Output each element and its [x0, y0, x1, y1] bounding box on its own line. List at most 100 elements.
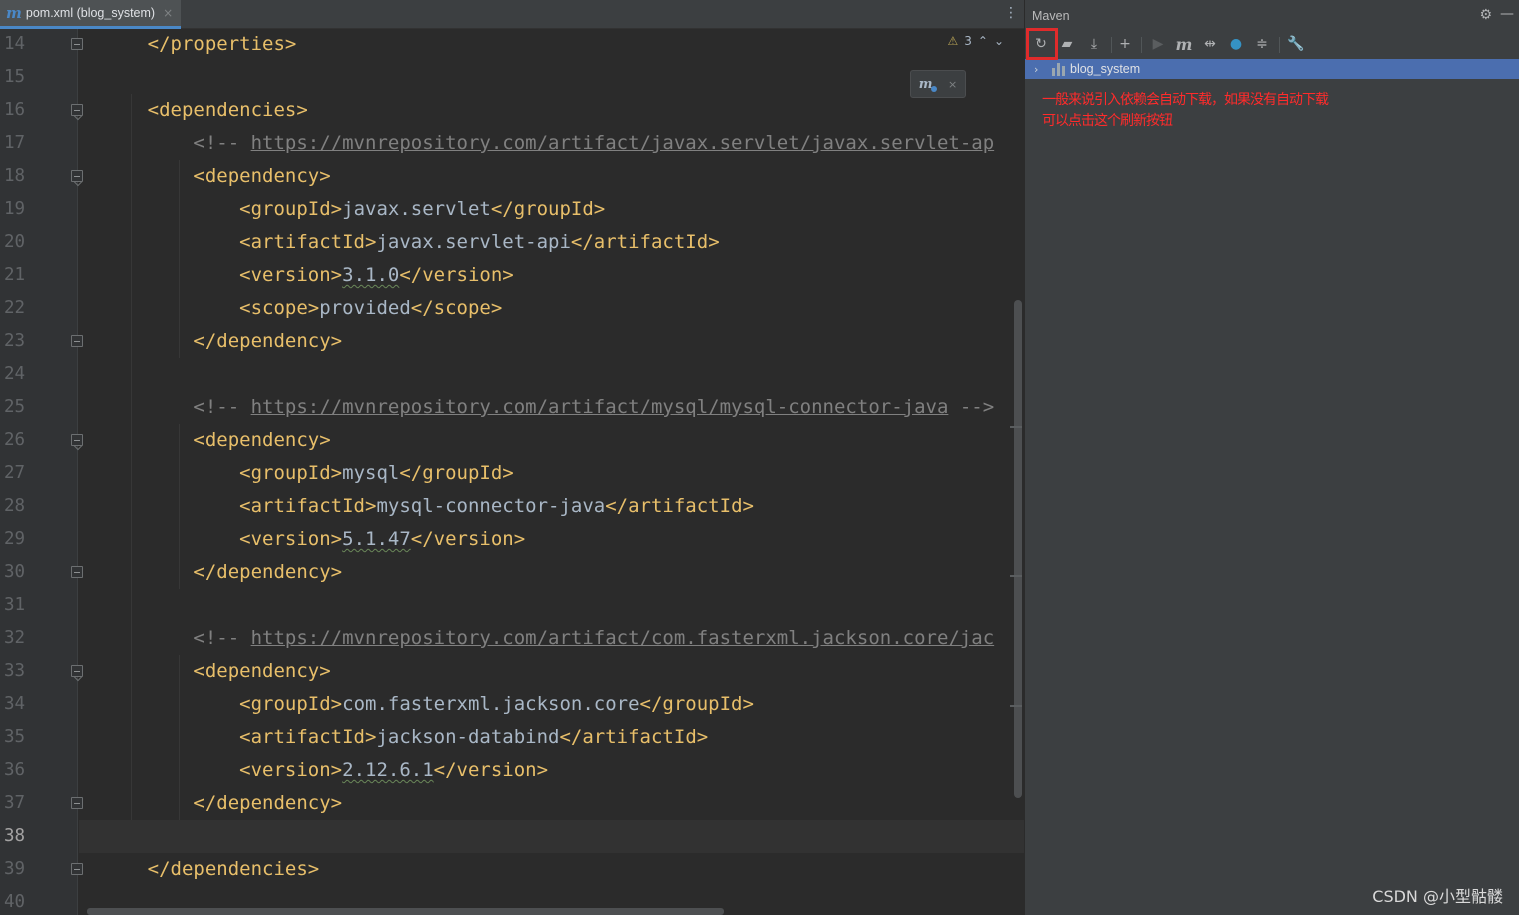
xml-tag: <dependency>: [193, 429, 331, 451]
code-line[interactable]: [79, 589, 1024, 622]
tab-close-icon[interactable]: ×: [163, 6, 173, 20]
code-area[interactable]: </properties> <dependencies> <!-- https:…: [79, 29, 1024, 915]
scroll-marker: [1010, 426, 1022, 428]
maven-file-icon: m: [6, 4, 22, 22]
xml-tag: <scope>: [239, 297, 320, 319]
load-maven-changes-icon[interactable]: m: [919, 77, 937, 92]
code-line[interactable]: <dependency>: [79, 424, 1024, 457]
vertical-scrollbar[interactable]: [1014, 300, 1022, 798]
xml-tag: </version>: [433, 759, 549, 781]
xml-tag: </groupId>: [639, 693, 754, 715]
line-number: 18: [4, 166, 26, 186]
popup-close-icon[interactable]: ×: [948, 78, 957, 91]
comment-link[interactable]: https://mvnrepository.com/artifact/mysql…: [251, 396, 949, 418]
comment-text: <!--: [193, 396, 251, 418]
code-line[interactable]: <groupId>com.fasterxml.jackson.core</gro…: [79, 688, 1024, 721]
code-line[interactable]: <groupId>javax.servlet</groupId>: [79, 193, 1024, 226]
execute-maven-goal-icon[interactable]: m: [1173, 34, 1195, 54]
code-line[interactable]: <artifactId>jackson-databind</artifactId…: [79, 721, 1024, 754]
code-line[interactable]: </dependencies>: [79, 853, 1024, 886]
code-line[interactable]: <dependencies>: [79, 94, 1024, 127]
code-line[interactable]: <!-- https://mvnrepository.com/artifact/…: [79, 622, 1024, 655]
code-text: javax.servlet: [342, 198, 491, 220]
maven-project-icon: [1052, 62, 1066, 76]
xml-tag: <artifactId>: [239, 231, 377, 253]
code-line[interactable]: <scope>provided</scope>: [79, 292, 1024, 325]
xml-tag: </properties>: [147, 33, 297, 55]
line-number: 16: [4, 100, 26, 120]
skip-tests-icon[interactable]: ●: [1225, 34, 1247, 54]
line-number: 31: [4, 595, 26, 615]
line-number: 39: [4, 859, 26, 879]
code-line[interactable]: <dependency>: [79, 160, 1024, 193]
code-line[interactable]: <artifactId>mysql-connector-java</artifa…: [79, 490, 1024, 523]
code-line[interactable]: [79, 820, 1024, 853]
xml-tag: <dependency>: [193, 660, 331, 682]
xml-tag: </dependency>: [193, 792, 343, 814]
maven-toolbar: ↻ ▰ ⤓ + ▶ m ⇹ ● ≑ 🔧: [1025, 30, 1519, 58]
more-tabs-icon[interactable]: ⋮: [1004, 6, 1018, 20]
code-line[interactable]: <version>2.12.6.1</version>: [79, 754, 1024, 787]
load-maven-changes-popup[interactable]: m ×: [910, 70, 966, 98]
maven-settings-icon[interactable]: 🔧: [1285, 34, 1307, 54]
code-line[interactable]: </properties>: [79, 28, 1024, 61]
generate-sources-icon[interactable]: ▰: [1056, 34, 1078, 54]
collapse-all-icon[interactable]: ≑: [1251, 34, 1273, 54]
code-line[interactable]: <dependency>: [79, 655, 1024, 688]
toggle-offline-mode-icon[interactable]: ⇹: [1199, 34, 1221, 54]
code-line[interactable]: <artifactId>javax.servlet-api</artifactI…: [79, 226, 1024, 259]
download-sources-icon[interactable]: ⤓: [1083, 34, 1105, 54]
line-number: 38: [4, 826, 26, 846]
line-number-gutter: 14 15 16 17 18 19 20 21 22 23 24 25 26 27 28 29 30 31 32 33…: [0, 29, 83, 915]
tab-pom-xml[interactable]: m pom.xml (blog_system) ×: [0, 0, 182, 29]
line-number: 25: [4, 397, 26, 417]
horizontal-scrollbar[interactable]: [87, 908, 724, 915]
xml-tag: </artifactId>: [605, 495, 754, 517]
code-line[interactable]: <version>5.1.47</version>: [79, 523, 1024, 556]
editor-pane[interactable]: m pom.xml (blog_system) × ⋮ 14 15 16 17 18 19…: [0, 0, 1024, 915]
line-number: 14: [4, 34, 26, 54]
minimize-icon[interactable]: —: [1500, 6, 1514, 22]
code-line[interactable]: <!-- https://mvnrepository.com/artifact/…: [79, 127, 1024, 160]
xml-tag: </version>: [410, 528, 526, 550]
code-line[interactable]: [79, 61, 1024, 94]
xml-tag: <groupId>: [239, 693, 343, 715]
xml-tag: </dependency>: [193, 330, 343, 352]
next-highlight-icon[interactable]: ⌄: [994, 34, 1004, 48]
tree-item-blog-system[interactable]: › blog_system: [1025, 59, 1519, 79]
run-icon[interactable]: ▶: [1147, 34, 1169, 54]
project-name: blog_system: [1070, 62, 1141, 76]
code-line[interactable]: <version>3.1.0</version>: [79, 259, 1024, 292]
code-line[interactable]: </dependency>: [79, 325, 1024, 358]
editor-tab-bar: m pom.xml (blog_system) × ⋮: [0, 0, 1024, 29]
comment-link[interactable]: https://mvnrepository.com/artifact/com.f…: [251, 627, 995, 649]
code-line[interactable]: <!-- https://mvnrepository.com/artifact/…: [79, 391, 1024, 424]
xml-tag: <version>: [239, 528, 343, 550]
code-line[interactable]: </dependency>: [79, 787, 1024, 820]
xml-tag: </dependencies>: [147, 858, 320, 880]
chevron-right-icon[interactable]: ›: [1034, 63, 1050, 76]
xml-tag: <version>: [239, 759, 343, 781]
warning-icon: ⚠: [947, 34, 959, 48]
xml-tag: <artifactId>: [239, 495, 377, 517]
code-line[interactable]: [79, 358, 1024, 391]
gear-icon[interactable]: ⚙: [1479, 7, 1492, 23]
previous-highlight-icon[interactable]: ⌃: [978, 34, 988, 48]
line-number: 37: [4, 793, 26, 813]
add-maven-project-icon[interactable]: +: [1114, 34, 1136, 54]
inspection-widget[interactable]: ⚠ 3 ⌃ ⌄: [947, 34, 1004, 48]
code-line[interactable]: </dependency>: [79, 556, 1024, 589]
line-number: 36: [4, 760, 26, 780]
annotation-note-line: 一般来说引入依赖会自动下载，如果没有自动下载: [1042, 92, 1329, 108]
comment-link[interactable]: https://mvnrepository.com/artifact/javax…: [251, 132, 995, 154]
code-line[interactable]: <groupId>mysql</groupId>: [79, 457, 1024, 490]
